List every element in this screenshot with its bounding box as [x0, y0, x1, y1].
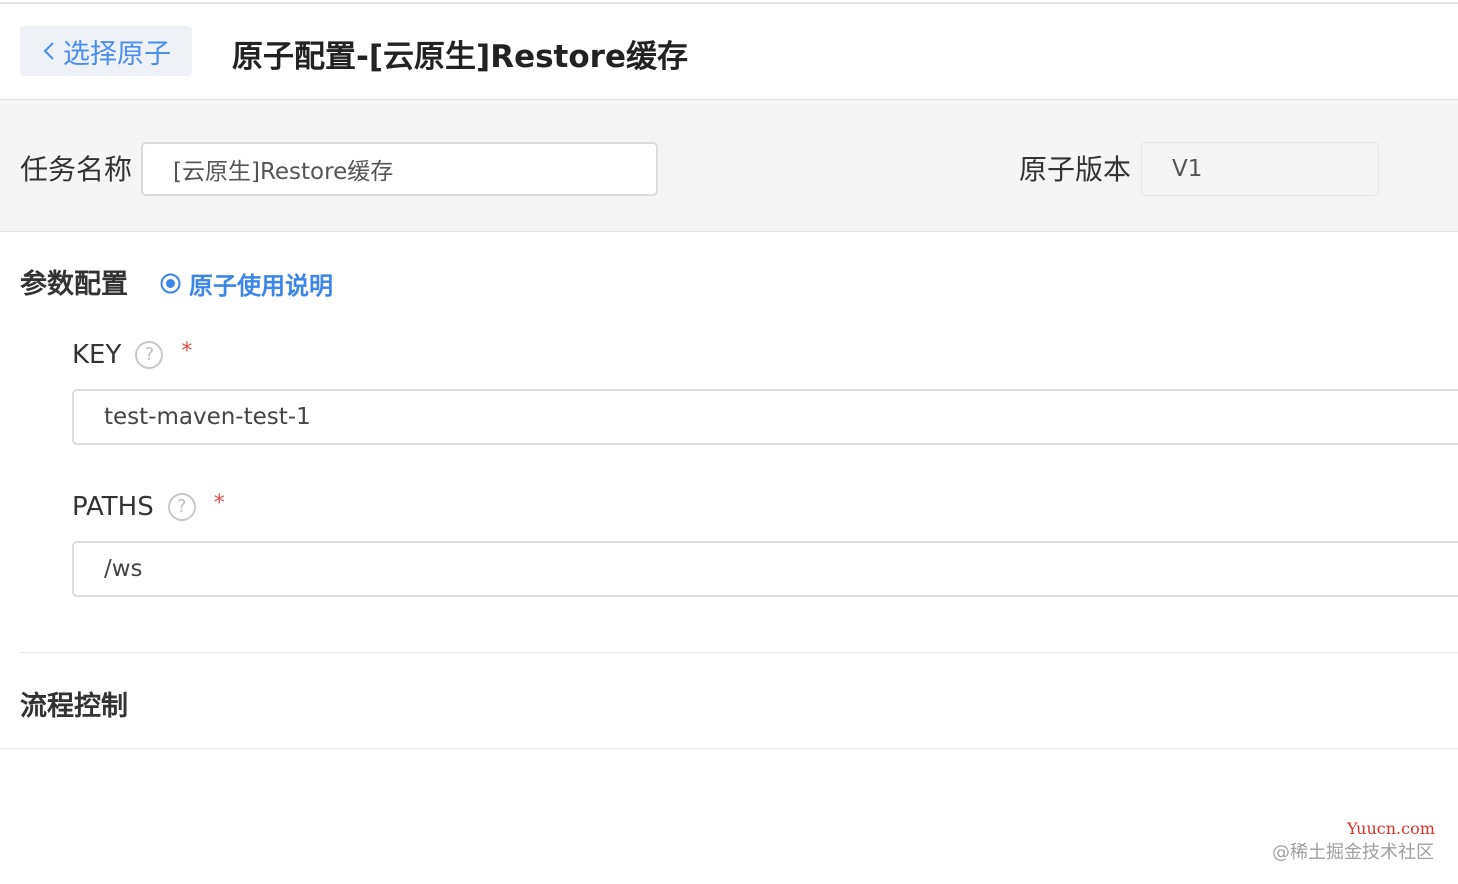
required-mark: *	[181, 338, 193, 364]
watermark-brand: Yuucn.com	[1347, 819, 1435, 838]
flow-control-section-title[interactable]: 流程控制	[20, 684, 128, 723]
back-button[interactable]: 选择原子	[20, 26, 192, 76]
back-button-label: 选择原子	[63, 38, 171, 70]
target-icon	[160, 273, 181, 294]
task-name-input[interactable]	[141, 142, 658, 196]
key-label-text: KEY	[72, 340, 122, 370]
basic-info-band: 任务名称 原子版本 V1	[0, 100, 1458, 232]
help-icon[interactable]: ?	[167, 493, 196, 521]
chevron-left-icon	[43, 42, 54, 60]
key-field-label: KEY ? *	[72, 338, 193, 371]
paths-field-label: PATHS ? *	[72, 490, 225, 523]
required-mark: *	[213, 490, 225, 516]
page-title: 原子配置-[云原生]Restore缓存	[232, 39, 688, 75]
task-name-label: 任务名称	[20, 153, 133, 186]
params-section-title: 参数配置	[20, 269, 128, 300]
section-divider	[20, 652, 1458, 653]
key-input[interactable]	[72, 389, 1458, 445]
section-divider	[0, 748, 1458, 749]
help-icon[interactable]: ?	[135, 341, 164, 369]
doc-link-label: 原子使用说明	[189, 272, 333, 300]
watermark-site: @稀土掘金技术社区	[1272, 842, 1434, 863]
paths-input[interactable]	[72, 541, 1458, 597]
page-header: 选择原子 原子配置-[云原生]Restore缓存	[0, 4, 1458, 100]
version-field[interactable]: V1	[1141, 142, 1379, 196]
doc-link[interactable]: 原子使用说明	[160, 266, 333, 301]
paths-label-text: PATHS	[72, 492, 154, 522]
version-label: 原子版本	[1019, 153, 1132, 186]
